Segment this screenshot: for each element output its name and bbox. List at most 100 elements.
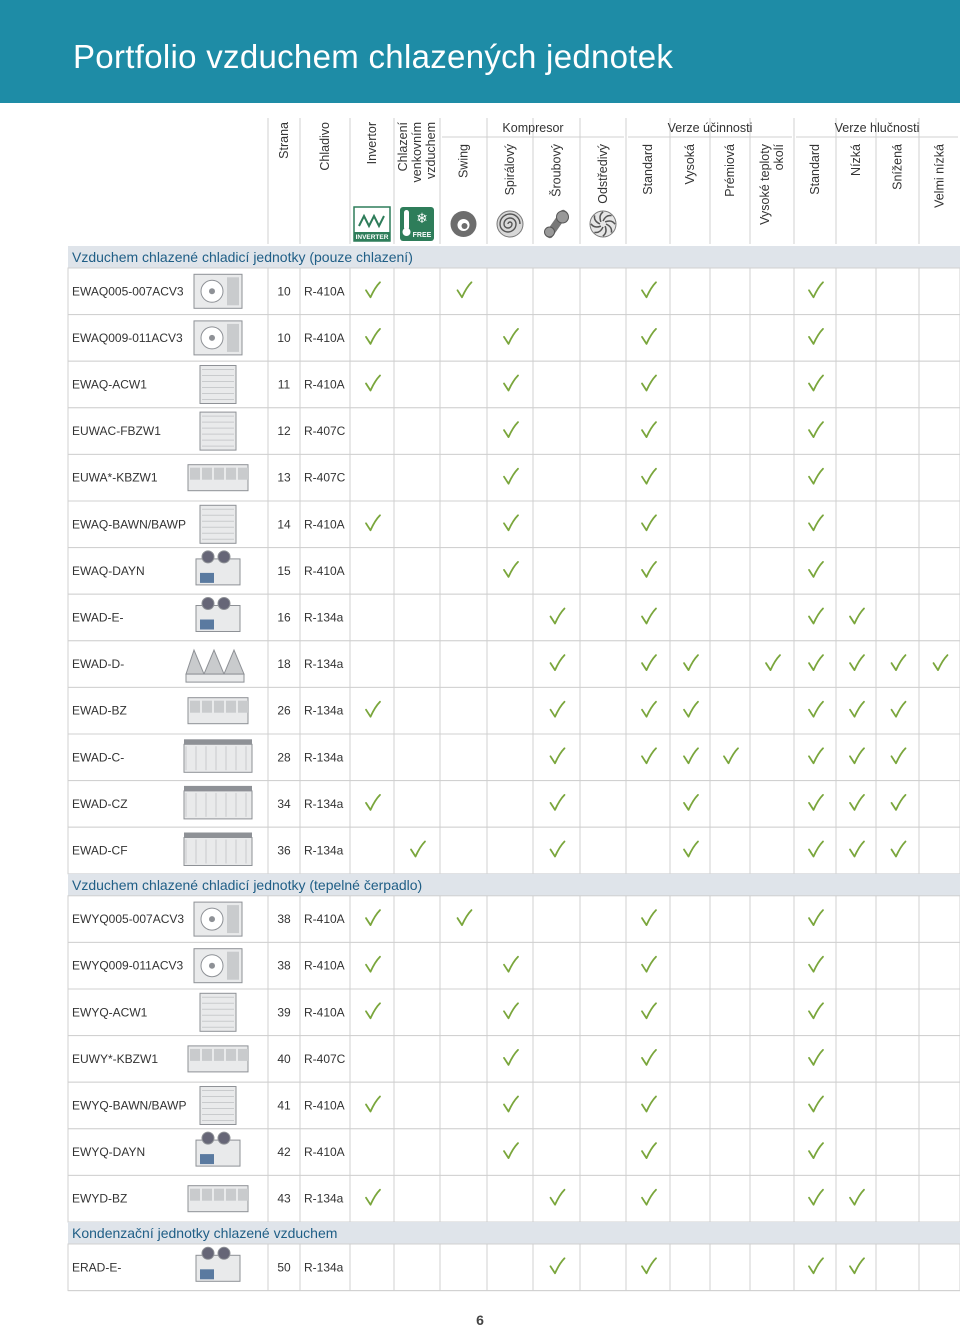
page-number: 6 <box>476 1312 484 1328</box>
refrigerant: R-407C <box>304 1052 346 1066</box>
inverter-icon: INVERTER <box>353 206 391 242</box>
refrigerant: R-410A <box>304 1099 345 1113</box>
page-ref: 16 <box>277 611 291 625</box>
model-name: EWAD-D- <box>72 657 124 671</box>
page-ref: 14 <box>277 517 291 531</box>
table-row: EWAD-E- 16 R-134a <box>67 593 960 642</box>
page-ref: 11 <box>278 378 291 392</box>
table-row: EWYD-BZ 43 R-134a <box>67 1174 960 1223</box>
refrigerant: R-410A <box>304 1145 345 1159</box>
unit-image <box>187 1185 249 1213</box>
swing-compressor-icon <box>450 211 477 237</box>
model-name: EUWA*-KBZW1 <box>72 471 158 485</box>
table-row: EWAD-D- 18 R-134a <box>67 640 960 688</box>
refrigerant: R-410A <box>304 378 345 392</box>
model-name: EWYQ-BAWN/BAWP <box>72 1099 186 1113</box>
column-header-vysokeokoli: Vysoké teploty <box>758 143 772 225</box>
group-header-2: Verze hlučnosti <box>835 121 920 135</box>
table-row: EWAQ005-007ACV3 10 R-410A <box>67 267 960 316</box>
table-row: EUWAC-FBZW1 12 R-407C <box>67 407 960 455</box>
model-name: EWAD-E- <box>72 611 124 625</box>
screw-compressor-icon <box>544 209 569 239</box>
model-name: EUWAC-FBZW1 <box>72 424 161 438</box>
refrigerant: R-407C <box>304 424 346 438</box>
unit-image <box>193 273 243 309</box>
unit-image <box>193 320 243 356</box>
table-row: EWAQ-DAYN 15 R-410A <box>67 547 960 595</box>
page-ref: 42 <box>277 1145 291 1159</box>
page-ref: 38 <box>277 959 291 973</box>
model-name: EWAD-C- <box>72 750 124 764</box>
refrigerant: R-407C <box>304 471 346 485</box>
column-header-vysokeokoli: okolí <box>772 143 786 170</box>
refrigerant: R-410A <box>304 331 345 345</box>
model-name: EWAD-CF <box>72 844 128 858</box>
model-name: EWYQ-DAYN <box>72 1145 145 1159</box>
page-ref: 28 <box>277 750 291 764</box>
unit-image <box>199 992 237 1032</box>
table-row: EWYQ-DAYN 42 R-410A <box>67 1128 960 1176</box>
section-title: Vzduchem chlazené chladicí jednotky (pou… <box>72 249 413 265</box>
table-row: EUWY*-KBZW1 40 R-407C <box>67 1035 960 1083</box>
refrigerant: R-134a <box>304 611 344 625</box>
table-section: Kondenzační jednotky chlazené vzduchem ER… <box>67 1222 960 1292</box>
table-header: Kompresor Verze účinnosti Verze hlučnosti S… <box>267 118 958 244</box>
model-name: EWYD-BZ <box>72 1192 127 1206</box>
unit-image <box>199 365 237 404</box>
refrigerant: R-134a <box>304 704 344 718</box>
svg-text:❄: ❄ <box>416 210 428 226</box>
table-row: EWAQ009-011ACV3 10 R-410A <box>67 314 960 362</box>
model-name: EWYQ005-007ACV3 <box>72 912 184 926</box>
page-ref: 26 <box>277 704 291 718</box>
page-ref: 39 <box>277 1005 291 1019</box>
page-ref: 40 <box>277 1052 291 1066</box>
column-header-odstred: Odstředivý <box>596 143 610 203</box>
model-name: EWAQ-DAYN <box>72 564 145 578</box>
model-name: ERAD-E- <box>72 1260 121 1274</box>
column-header-spiral: Spirálový <box>503 143 517 195</box>
refrigerant: R-410A <box>304 564 345 578</box>
refrigerant: R-410A <box>304 284 345 298</box>
page-ref: 43 <box>277 1192 291 1206</box>
refrigerant: R-410A <box>304 517 345 531</box>
model-name: EWAQ009-011ACV3 <box>72 331 183 345</box>
page-ref: 36 <box>277 844 291 858</box>
group-header-1: Verze účinnosti <box>668 121 753 135</box>
model-name: EWAQ005-007ACV3 <box>72 284 184 298</box>
table-row: EUWA*-KBZW1 13 R-407C <box>67 453 960 502</box>
refrigerant: R-134a <box>304 844 344 858</box>
column-header-velminizka: Velmi nízká <box>933 144 947 208</box>
free-cooling-icon: ❄ FREE <box>400 207 434 241</box>
portfolio-table: Kompresor Verze účinnosti Verze hlučnosti S… <box>67 118 960 1292</box>
page-ref: 18 <box>277 657 291 671</box>
unit-image <box>185 648 245 683</box>
page-ref: 15 <box>277 564 291 578</box>
page-ref: 34 <box>277 797 291 811</box>
refrigerant: R-134a <box>304 750 344 764</box>
column-header-free: Chlazení <box>396 121 410 171</box>
column-header-swing: Swing <box>457 144 471 178</box>
page-ref: 38 <box>277 912 291 926</box>
model-name: EWAQ-ACW1 <box>72 378 147 392</box>
column-header-nizka: Nízká <box>849 144 863 176</box>
refrigerant: R-410A <box>304 912 345 926</box>
page-ref: 50 <box>277 1260 291 1274</box>
column-header-strana: Strana <box>277 122 291 159</box>
refrigerant: R-134a <box>304 1192 344 1206</box>
section-title: Vzduchem chlazené chladicí jednotky (tep… <box>72 877 422 893</box>
unit-image <box>199 504 237 544</box>
refrigerant: R-134a <box>304 1260 344 1274</box>
unit-image <box>183 739 253 773</box>
table-section: Vzduchem chlazené chladicí jednotky (tep… <box>67 873 960 1223</box>
section-title: Kondenzační jednotky chlazené vzduchem <box>72 1225 337 1241</box>
unit-image <box>187 697 249 725</box>
free-icon-label: FREE <box>413 232 432 239</box>
unit-image <box>183 785 253 820</box>
unit-image <box>199 411 237 451</box>
column-header-std: Standard <box>641 144 655 195</box>
unit-image <box>187 464 249 492</box>
page-ref: 41 <box>277 1099 291 1113</box>
page-ref: 10 <box>277 284 291 298</box>
unit-image <box>183 832 253 866</box>
unit-image <box>187 1045 249 1073</box>
